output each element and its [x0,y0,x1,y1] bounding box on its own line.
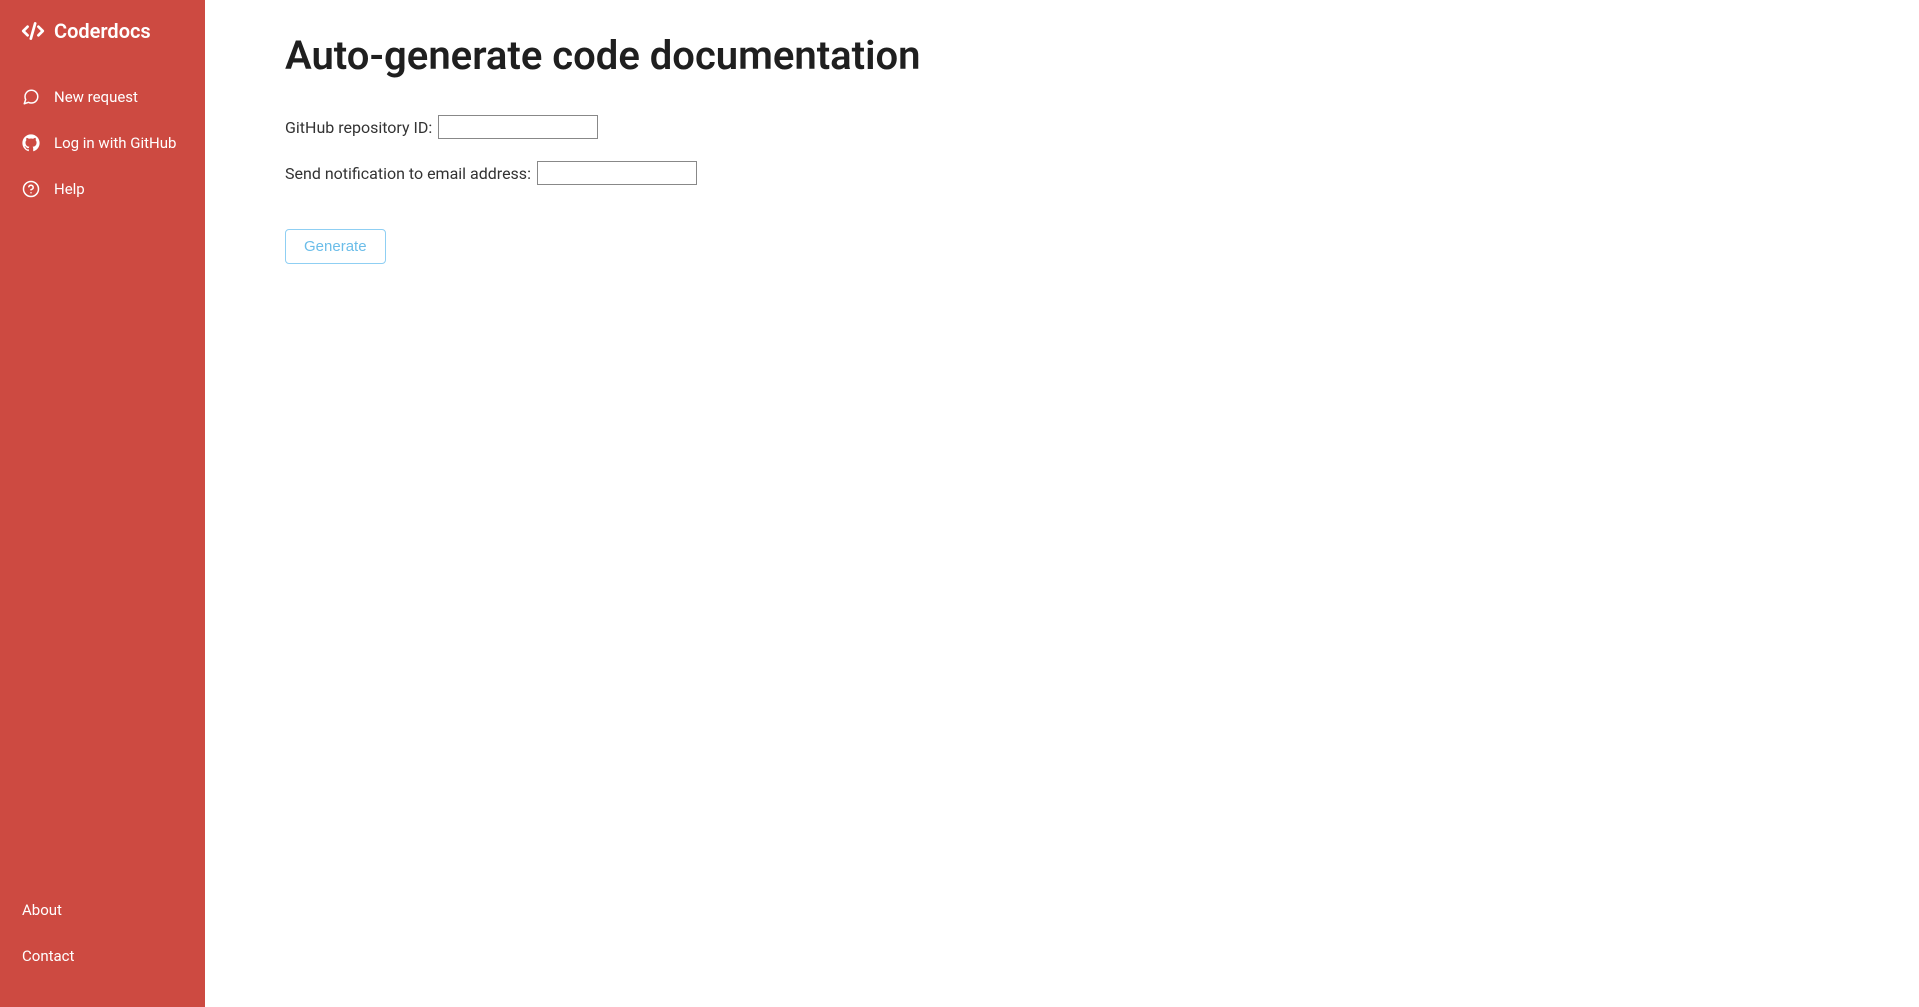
email-input[interactable] [537,161,697,185]
sidebar-item-new-request[interactable]: New request [0,74,205,120]
github-icon [22,134,40,152]
nav-top: New request Log in with GitHub Help [0,74,205,212]
brand-name: Coderdocs [54,19,151,43]
email-label: Send notification to email address: [285,164,531,183]
form-row-email: Send notification to email address: [285,161,1839,185]
sidebar-link-about[interactable]: About [0,887,205,933]
sidebar-item-help[interactable]: Help [0,166,205,212]
repo-input[interactable] [438,115,598,139]
page-title: Auto-generate code documentation [285,32,1839,79]
sidebar-item-label: Help [54,180,85,198]
brand: Coderdocs [0,18,205,74]
sidebar-item-label: Log in with GitHub [54,134,176,152]
generate-button[interactable]: Generate [285,229,386,264]
form-row-repo: GitHub repository ID: [285,115,1839,139]
sidebar: Coderdocs New request Log in with GitHub [0,0,205,1007]
comment-icon [22,88,40,106]
nav-bottom: About Contact [0,887,205,989]
code-icon [20,18,46,44]
main-content: Auto-generate code documentation GitHub … [205,0,1919,1007]
sidebar-item-login-github[interactable]: Log in with GitHub [0,120,205,166]
help-icon [22,180,40,198]
sidebar-link-label: About [22,901,62,919]
sidebar-link-label: Contact [22,947,74,965]
sidebar-item-label: New request [54,88,138,106]
sidebar-link-contact[interactable]: Contact [0,933,205,979]
repo-label: GitHub repository ID: [285,118,432,137]
